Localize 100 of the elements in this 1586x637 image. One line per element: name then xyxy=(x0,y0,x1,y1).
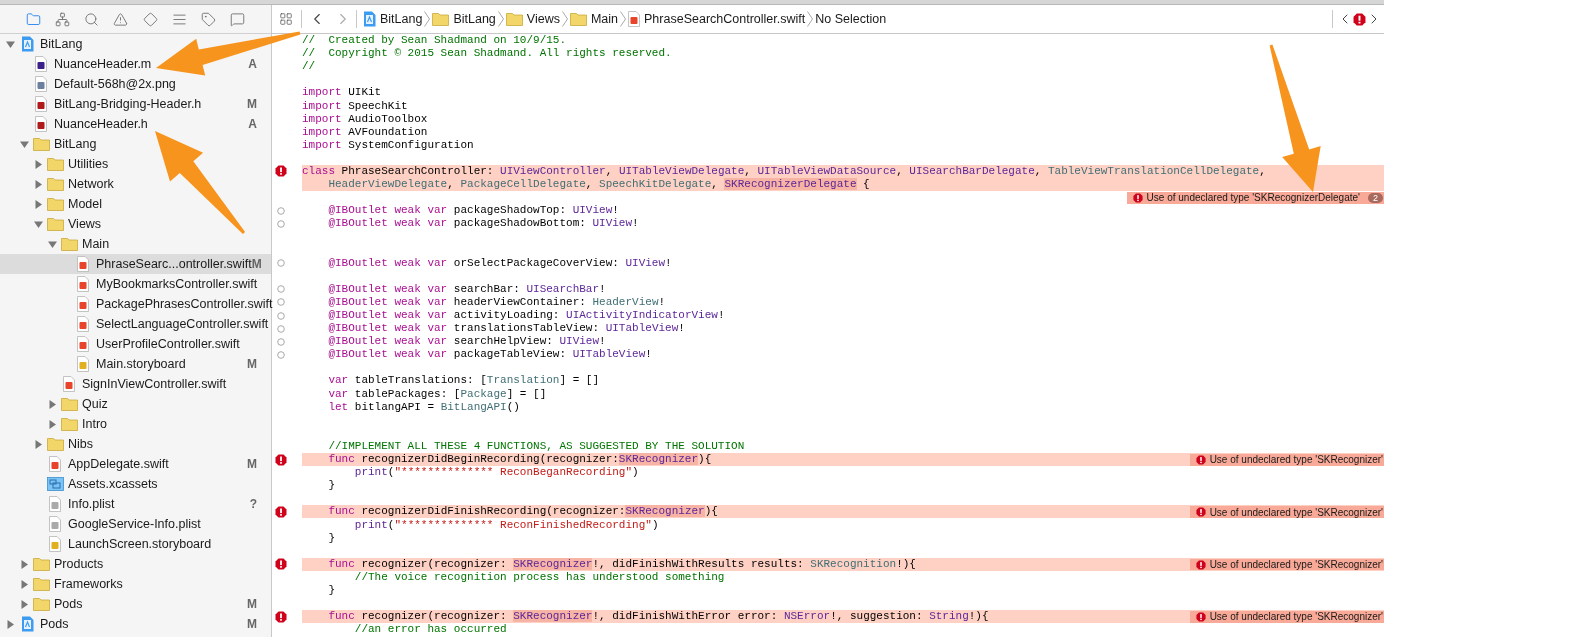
breadcrumb[interactable]: No Selection xyxy=(815,9,887,29)
navigator-row[interactable]: NuanceHeader.m A xyxy=(0,54,271,74)
navigator-row[interactable]: Pods M xyxy=(0,614,271,634)
list-icon[interactable] xyxy=(171,11,187,27)
file-name: Main xyxy=(82,235,110,253)
disclosure-triangle-icon[interactable] xyxy=(34,159,43,169)
swift-file-icon xyxy=(77,336,89,352)
gutter-error-icon xyxy=(275,610,287,623)
gutter-error-icon xyxy=(275,505,287,518)
navigator-row[interactable]: AppDelegate.swift M xyxy=(0,454,271,474)
tag-icon[interactable] xyxy=(200,11,216,27)
code-line: HeaderViewDelegate, PackageCellDelegate, SpeechKitDelegate, SKRecognizerDelegate { xyxy=(327,178,870,192)
outlet-circle-icon xyxy=(277,206,285,215)
navigator-row[interactable]: SelectLanguageController.swift xyxy=(0,314,271,334)
navigator-row[interactable]: Views xyxy=(0,214,271,234)
disclosure-triangle-icon[interactable] xyxy=(34,219,43,229)
code-line: print("************** ReconBeganRecording") xyxy=(353,466,639,480)
navigator-row[interactable]: GoogleService-Info.plist xyxy=(0,514,271,534)
navigator-row[interactable]: PackagePhrasesController.swift xyxy=(0,294,271,314)
asset-catalog-icon xyxy=(46,477,64,491)
breadcrumb[interactable]: BitLang xyxy=(432,9,496,29)
navigator-row[interactable]: Products xyxy=(0,554,271,574)
warning-icon[interactable] xyxy=(113,11,129,27)
file-name: Pods xyxy=(54,595,83,613)
folder-icon[interactable] xyxy=(26,11,41,27)
breadcrumb[interactable]: BitLang xyxy=(363,9,423,29)
file-name: PackagePhrasesController.swift xyxy=(96,295,273,313)
disclosure-triangle-icon[interactable] xyxy=(48,239,57,249)
code-line: @IBOutlet weak var searchHelpView: UIView! xyxy=(327,335,606,349)
disclosure-triangle-icon[interactable] xyxy=(20,559,29,569)
separator-icon xyxy=(561,11,568,27)
status-label: A xyxy=(248,116,257,133)
status-label: M xyxy=(247,616,257,633)
disclosure-triangle-icon[interactable] xyxy=(48,399,57,409)
disclosure-triangle-icon[interactable] xyxy=(6,619,15,629)
navigator-row[interactable]: Info.plist ? xyxy=(0,494,271,514)
code-line: func recognizerDidBeginRecording(recognizer:SKRecognizer){ xyxy=(327,453,712,467)
code-line: func recognizerDidFinishRecording(recognizer:SKRecognizer){ xyxy=(327,505,718,519)
error-message[interactable]: Use of undeclared type 'SKRecognizerDelegate' 2 xyxy=(1126,192,1384,204)
navigator-row[interactable]: LaunchScreen.storyboard xyxy=(0,534,271,554)
code-line: import AVFoundation xyxy=(302,125,428,139)
diamond-icon[interactable] xyxy=(142,11,158,27)
disclosure-triangle-icon[interactable] xyxy=(20,579,29,589)
file-name: Utilities xyxy=(68,155,109,173)
disclosure-triangle-icon[interactable] xyxy=(34,439,43,449)
code-line: //IMPLEMENT ALL THESE 4 FUNCTIONS, AS SUGGESTED BY THE SOLUTION xyxy=(327,439,745,453)
navigator-row[interactable]: BitLang xyxy=(0,134,271,154)
navigator-row[interactable]: PhraseSearc...ontroller.swiftM xyxy=(0,254,271,274)
file-name: Info.plist xyxy=(68,495,115,513)
navigator-row[interactable]: Default-568h@2x.png xyxy=(0,74,271,94)
swift-file-icon xyxy=(77,276,89,292)
error-message[interactable]: Use of undeclared type 'SKRecognizer' xyxy=(1189,506,1384,518)
hierarchy-icon[interactable] xyxy=(55,11,71,27)
breadcrumb[interactable]: Views xyxy=(505,9,560,29)
navigator-row[interactable]: Assets.xcassets xyxy=(0,474,271,494)
navigator-row[interactable]: Utilities xyxy=(0,154,271,174)
file-name: Network xyxy=(68,175,114,193)
grid-icon[interactable] xyxy=(279,12,293,26)
navigator-row[interactable]: Main xyxy=(0,234,271,254)
navigator-row[interactable]: Main.storyboard M xyxy=(0,354,271,374)
navigator-row[interactable]: SignInViewController.swift xyxy=(0,374,271,394)
breadcrumb[interactable]: Main xyxy=(569,9,619,29)
navigator-row[interactable]: MyBookmarksController.swift xyxy=(0,274,271,294)
navigator-row[interactable]: Quiz xyxy=(0,394,271,414)
code-line: @IBOutlet weak var orSelectPackageCoverView: UIView! xyxy=(327,256,672,270)
file-name: BitLang xyxy=(54,135,97,153)
navigator-row[interactable]: Pods M xyxy=(0,594,271,614)
navigator-row[interactable]: Model xyxy=(0,194,271,214)
navigator-row[interactable]: Intro xyxy=(0,414,271,434)
code-line: @IBOutlet weak var packageShadowTop: UIView! xyxy=(327,204,619,218)
navigator-row[interactable]: UserProfileController.swift xyxy=(0,334,271,354)
file-name: GoogleService-Info.plist xyxy=(68,515,201,533)
file-name: NuanceHeader.h xyxy=(54,115,148,133)
navigator-row[interactable]: Nibs xyxy=(0,434,271,454)
navigator-row[interactable]: BitLang xyxy=(0,34,271,54)
message-error-icon xyxy=(1195,454,1206,465)
disclosure-triangle-icon[interactable] xyxy=(6,39,15,49)
folder-icon xyxy=(46,177,64,191)
navigator-row[interactable]: NuanceHeader.h A xyxy=(0,114,271,134)
swift-file-icon xyxy=(77,316,89,332)
error-message[interactable]: Use of undeclared type 'SKRecognizer' xyxy=(1189,454,1384,466)
navigator-row[interactable]: Network xyxy=(0,174,271,194)
disclosure-triangle-icon[interactable] xyxy=(48,419,57,429)
navigator-row[interactable]: BitLang-Bridging-Header.h M xyxy=(0,94,271,114)
disclosure-triangle-icon[interactable] xyxy=(34,179,43,189)
outlet-circle-icon xyxy=(277,259,285,268)
search-icon[interactable] xyxy=(84,11,100,27)
disclosure-triangle-icon[interactable] xyxy=(20,139,29,149)
swift-file-icon xyxy=(628,11,641,27)
swift-file-icon xyxy=(77,256,89,272)
navigator-row[interactable]: Frameworks xyxy=(0,574,271,594)
disclosure-triangle-icon[interactable] xyxy=(20,599,29,609)
breadcrumb[interactable]: PhraseSearchController.swift xyxy=(628,9,806,29)
header-file-icon xyxy=(35,96,47,112)
message-icon[interactable] xyxy=(230,11,245,27)
folder-icon xyxy=(60,237,78,251)
file-name: Quiz xyxy=(82,395,108,413)
error-message[interactable]: Use of undeclared type 'SKRecognizer' xyxy=(1189,611,1384,623)
status-label: M xyxy=(247,456,257,473)
disclosure-triangle-icon[interactable] xyxy=(34,199,43,209)
